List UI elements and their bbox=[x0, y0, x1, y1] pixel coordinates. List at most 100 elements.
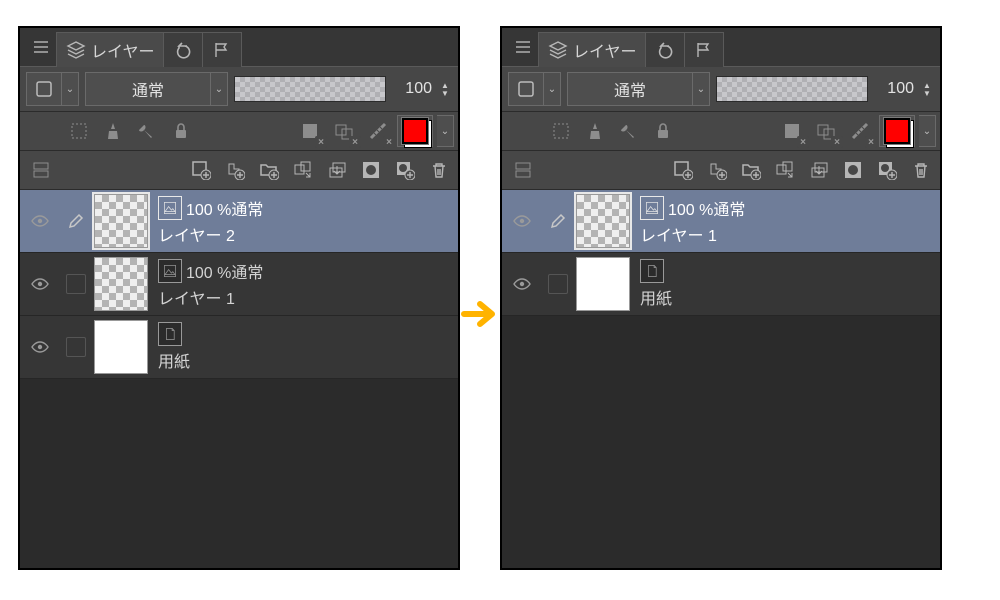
layer-kind-swatch bbox=[508, 72, 544, 106]
apply-mask-icon[interactable] bbox=[390, 155, 420, 185]
layer-row[interactable]: 100 %通常 レイヤー 1 bbox=[20, 253, 458, 316]
layer-kind-dropdown[interactable]: ⌄ bbox=[26, 72, 79, 106]
layer-row[interactable]: 100 %通常 レイヤー 1 bbox=[502, 190, 940, 253]
opacity-stepper[interactable]: ▲▼ bbox=[920, 77, 934, 101]
layer-name: レイヤー 1 bbox=[640, 222, 940, 246]
blend-mode-dropdown[interactable]: 通常 ⌄ bbox=[85, 72, 228, 106]
delete-layer-icon[interactable] bbox=[424, 155, 454, 185]
paper-layer-icon bbox=[158, 322, 182, 346]
tab-strip: レイヤー bbox=[502, 28, 940, 66]
layer-list: 100 %通常 レイヤー 2 100 %通常 レイヤー 1 用 bbox=[20, 190, 458, 568]
opacity-stepper[interactable]: ▲▼ bbox=[438, 77, 452, 101]
ruler-toggle-icon[interactable]: × bbox=[845, 116, 875, 146]
ruler-toggle-icon[interactable]: × bbox=[363, 116, 393, 146]
reference-layer-icon[interactable]: × bbox=[295, 116, 325, 146]
lock-position-icon[interactable] bbox=[132, 116, 162, 146]
layer-row[interactable]: 用紙 bbox=[502, 253, 940, 316]
undo-arrow-icon bbox=[654, 39, 676, 61]
lock-pixel-icon[interactable] bbox=[580, 116, 610, 146]
chevron-down-icon: ⌄ bbox=[211, 72, 228, 106]
new-raster-layer-icon[interactable] bbox=[668, 155, 698, 185]
visibility-toggle[interactable] bbox=[20, 211, 60, 231]
color-swatch-red bbox=[884, 118, 910, 144]
visibility-toggle[interactable] bbox=[20, 337, 60, 357]
chevron-down-icon[interactable]: ⌄ bbox=[919, 115, 936, 147]
lock-all-icon[interactable] bbox=[648, 116, 678, 146]
link-indicator[interactable] bbox=[60, 274, 92, 294]
transfer-layer-icon[interactable] bbox=[288, 155, 318, 185]
merge-layer-icon[interactable] bbox=[804, 155, 834, 185]
layer-kind-dropdown[interactable]: ⌄ bbox=[508, 72, 561, 106]
tab-history[interactable] bbox=[645, 32, 685, 67]
visibility-toggle[interactable] bbox=[20, 274, 60, 294]
layer-list: 100 %通常 レイヤー 1 用紙 bbox=[502, 190, 940, 568]
tab-history[interactable] bbox=[163, 32, 203, 67]
link-indicator[interactable] bbox=[542, 274, 574, 294]
lock-transparency-icon[interactable] bbox=[64, 116, 94, 146]
tab-strip: レイヤー bbox=[20, 28, 458, 66]
layer-name: レイヤー 1 bbox=[158, 285, 458, 309]
lock-position-icon[interactable] bbox=[614, 116, 644, 146]
new-vector-layer-icon[interactable] bbox=[220, 155, 250, 185]
edit-indicator-icon bbox=[542, 211, 574, 231]
link-indicator[interactable] bbox=[60, 337, 92, 357]
tab-layers[interactable]: レイヤー bbox=[538, 32, 646, 67]
palette-color-button[interactable] bbox=[879, 115, 915, 147]
layer-thumbnail[interactable] bbox=[94, 320, 148, 374]
layer-row[interactable]: 100 %通常 レイヤー 2 bbox=[20, 190, 458, 253]
layers-panel-before: レイヤー ⌄ 通常 ⌄ bbox=[18, 26, 460, 570]
panel-view-toggle-icon[interactable] bbox=[508, 155, 538, 185]
layer-thumbnail[interactable] bbox=[94, 194, 148, 248]
raster-layer-icon bbox=[158, 259, 182, 283]
layer-name: 用紙 bbox=[158, 348, 458, 372]
blend-mode-dropdown[interactable]: 通常 ⌄ bbox=[567, 72, 710, 106]
transfer-layer-icon[interactable] bbox=[770, 155, 800, 185]
tab-auto-action[interactable] bbox=[684, 32, 724, 67]
new-vector-layer-icon[interactable] bbox=[702, 155, 732, 185]
visibility-toggle[interactable] bbox=[502, 274, 542, 294]
paper-layer-icon bbox=[640, 259, 664, 283]
tab-layers-label: レイヤー bbox=[573, 38, 637, 62]
opacity-slider[interactable] bbox=[716, 76, 868, 102]
blend-opacity-row: ⌄ 通常 ⌄ 100 ▲▼ bbox=[20, 66, 458, 112]
visibility-toggle[interactable] bbox=[502, 211, 542, 231]
layer-thumbnail[interactable] bbox=[94, 257, 148, 311]
draft-layer-icon[interactable]: × bbox=[811, 116, 841, 146]
apply-mask-icon[interactable] bbox=[872, 155, 902, 185]
chevron-down-icon[interactable]: ⌄ bbox=[437, 115, 454, 147]
lock-pixel-icon[interactable] bbox=[98, 116, 128, 146]
layers-stack-icon bbox=[65, 39, 87, 61]
new-folder-icon[interactable] bbox=[736, 155, 766, 185]
opacity-value: 100 bbox=[874, 80, 914, 98]
layer-thumbnail[interactable] bbox=[576, 257, 630, 311]
delete-layer-icon[interactable] bbox=[906, 155, 936, 185]
lock-transparency-icon[interactable] bbox=[546, 116, 576, 146]
draft-layer-icon[interactable]: × bbox=[329, 116, 359, 146]
palette-color-button[interactable] bbox=[397, 115, 433, 147]
layer-lock-row: × × × ⌄ bbox=[502, 112, 940, 151]
hamburger-icon[interactable] bbox=[26, 28, 56, 66]
layer-mask-icon[interactable] bbox=[838, 155, 868, 185]
layer-status: 100 %通常 bbox=[186, 196, 263, 220]
lock-all-icon[interactable] bbox=[166, 116, 196, 146]
layer-name: 用紙 bbox=[640, 285, 940, 309]
layer-mask-icon[interactable] bbox=[356, 155, 386, 185]
layer-thumbnail[interactable] bbox=[576, 194, 630, 248]
merge-layer-icon[interactable] bbox=[322, 155, 352, 185]
layer-status: 100 %通常 bbox=[668, 196, 745, 220]
layer-ops-row bbox=[20, 151, 458, 190]
blend-mode-label: 通常 bbox=[85, 72, 211, 106]
color-swatch-red bbox=[402, 118, 428, 144]
tab-auto-action[interactable] bbox=[202, 32, 242, 67]
tab-layers[interactable]: レイヤー bbox=[56, 32, 164, 67]
reference-layer-icon[interactable]: × bbox=[777, 116, 807, 146]
blend-opacity-row: ⌄ 通常 ⌄ 100 ▲▼ bbox=[502, 66, 940, 112]
new-folder-icon[interactable] bbox=[254, 155, 284, 185]
new-raster-layer-icon[interactable] bbox=[186, 155, 216, 185]
opacity-slider[interactable] bbox=[234, 76, 386, 102]
flag-icon bbox=[211, 39, 233, 61]
layer-status: 100 %通常 bbox=[186, 259, 263, 283]
hamburger-icon[interactable] bbox=[508, 28, 538, 66]
panel-view-toggle-icon[interactable] bbox=[26, 155, 56, 185]
layer-row[interactable]: 用紙 bbox=[20, 316, 458, 379]
